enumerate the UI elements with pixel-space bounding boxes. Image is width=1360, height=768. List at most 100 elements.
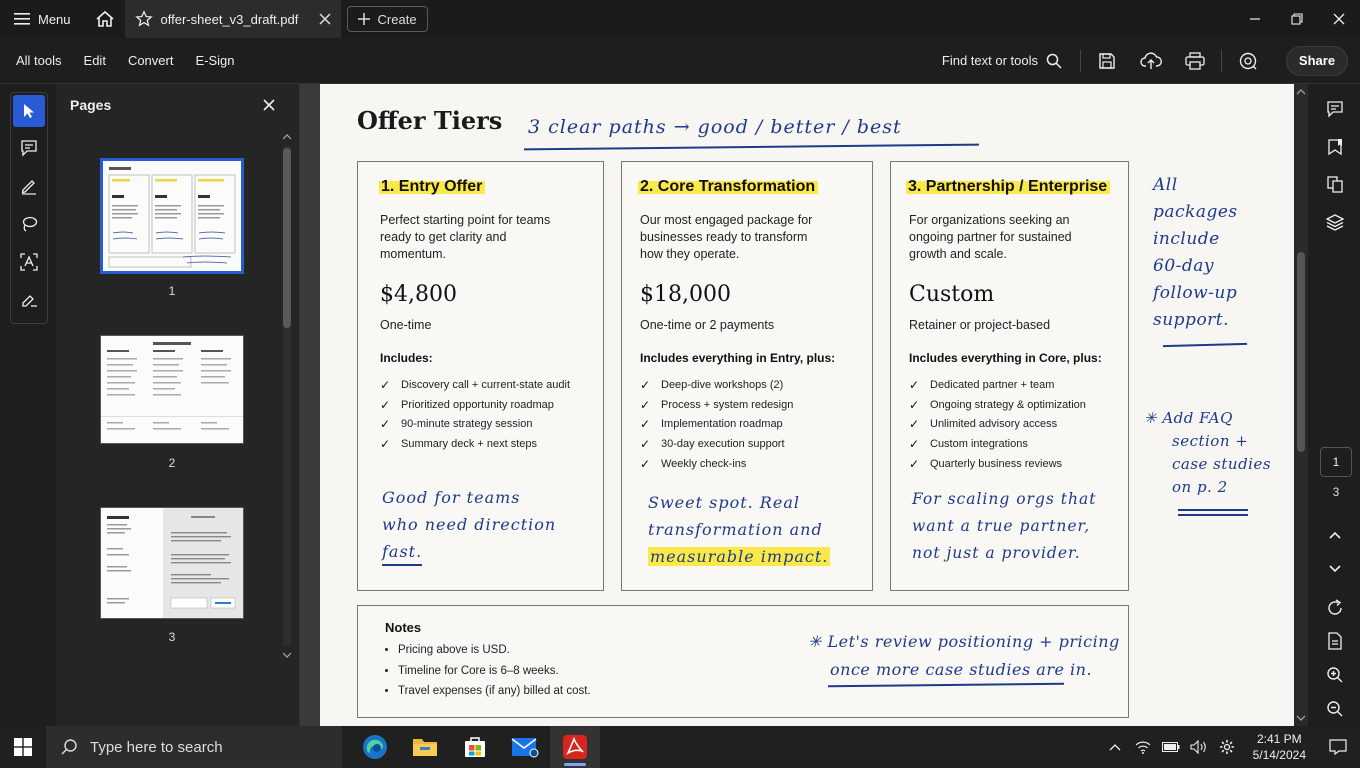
rotate-icon bbox=[1328, 599, 1342, 615]
handwritten-note: Good for teams who need direction fast. bbox=[382, 484, 556, 566]
close-window-icon bbox=[1333, 13, 1345, 25]
print-button[interactable] bbox=[1173, 38, 1217, 84]
store-app[interactable] bbox=[450, 726, 500, 768]
bookmark-icon bbox=[1328, 139, 1342, 156]
total-pages: 3 bbox=[1332, 485, 1340, 499]
check-icon: ✓ bbox=[380, 397, 391, 412]
create-button[interactable]: Create bbox=[346, 6, 428, 32]
notification-center[interactable] bbox=[1320, 726, 1356, 768]
comment-icon bbox=[21, 140, 37, 157]
acrobat-app[interactable] bbox=[550, 726, 600, 768]
file-explorer-app[interactable] bbox=[400, 726, 450, 768]
restore-button[interactable] bbox=[1276, 0, 1318, 38]
document-scrollbar[interactable] bbox=[1294, 84, 1308, 726]
edit-menu[interactable]: Edit bbox=[73, 53, 117, 68]
lasso-tool[interactable] bbox=[11, 205, 47, 243]
pages-icon bbox=[1327, 176, 1343, 193]
chevron-up-icon bbox=[1329, 531, 1341, 539]
edge-app[interactable] bbox=[350, 726, 400, 768]
list-item: Travel expenses (if any) billed at cost. bbox=[398, 685, 591, 706]
next-page-button[interactable] bbox=[1319, 554, 1351, 584]
clock-date: 5/14/2024 bbox=[1252, 748, 1306, 762]
bookmarks-button[interactable] bbox=[1319, 132, 1351, 162]
check-icon: ✓ bbox=[640, 397, 651, 412]
lasso-icon bbox=[22, 216, 38, 232]
document-viewport[interactable]: Offer Tiers 3 clear paths → good / bette… bbox=[300, 84, 1294, 726]
save-button[interactable] bbox=[1085, 38, 1129, 84]
scroll-down-icon[interactable] bbox=[280, 650, 294, 660]
page-title: Offer Tiers bbox=[357, 106, 503, 135]
show-hidden-icons[interactable] bbox=[1103, 726, 1127, 768]
windows-logo-icon bbox=[14, 738, 32, 756]
comment-tool[interactable] bbox=[11, 129, 47, 167]
check-icon: ✓ bbox=[640, 377, 651, 392]
volume-control[interactable] bbox=[1187, 726, 1211, 768]
scroll-down-icon[interactable] bbox=[1294, 712, 1308, 724]
scroll-up-icon[interactable] bbox=[1294, 86, 1308, 98]
notification-icon bbox=[1329, 739, 1347, 755]
page-display-button[interactable] bbox=[1319, 626, 1351, 656]
close-icon[interactable] bbox=[262, 98, 276, 112]
rotate-button[interactable] bbox=[1319, 593, 1351, 623]
list-item: ✓ Deep-dive workshops (2) bbox=[640, 377, 784, 392]
all-tools-menu[interactable]: All tools bbox=[0, 53, 73, 68]
quick-tools bbox=[10, 92, 48, 324]
scrollbar-thumb[interactable] bbox=[1297, 252, 1305, 452]
page-thumbnail-2[interactable] bbox=[100, 335, 244, 444]
share-button[interactable]: Share bbox=[1286, 45, 1348, 76]
separator bbox=[1221, 49, 1222, 72]
tier-name: 2. Core Transformation bbox=[638, 178, 819, 196]
scroll-up-icon[interactable] bbox=[280, 132, 294, 142]
page-thumbnail-1[interactable] bbox=[100, 158, 244, 274]
close-icon[interactable] bbox=[319, 13, 331, 25]
minimize-button[interactable] bbox=[1234, 0, 1276, 38]
ai-assistant-button[interactable] bbox=[1226, 38, 1270, 84]
zoom-in-button[interactable] bbox=[1319, 660, 1351, 690]
layers-button[interactable] bbox=[1319, 207, 1351, 237]
document-tab[interactable]: offer-sheet_v3_draft.pdf bbox=[124, 0, 341, 38]
chevron-down-icon bbox=[1329, 565, 1341, 573]
handwritten-note: For scaling orgs that want a true partne… bbox=[912, 490, 1097, 562]
start-button[interactable] bbox=[0, 726, 46, 768]
text-recognition-tool[interactable] bbox=[11, 243, 47, 281]
previous-page-button[interactable] bbox=[1319, 520, 1351, 550]
notes-list: Pricing above is USD. Timeline for Core … bbox=[398, 644, 591, 706]
tier-price-note: Retainer or project-based bbox=[909, 318, 1051, 332]
cursor-icon bbox=[24, 104, 34, 118]
tier-price: Custom bbox=[909, 282, 995, 307]
battery-status[interactable] bbox=[1159, 726, 1183, 768]
create-label: Create bbox=[377, 11, 417, 27]
check-icon: ✓ bbox=[909, 436, 920, 451]
home-icon bbox=[96, 10, 114, 27]
mail-app[interactable] bbox=[500, 726, 550, 768]
convert-menu[interactable]: Convert bbox=[117, 53, 185, 68]
comments-button[interactable] bbox=[1319, 94, 1351, 124]
pages-panel-scrollbar[interactable] bbox=[280, 132, 294, 662]
close-window-button[interactable] bbox=[1318, 0, 1360, 38]
draw-tool[interactable] bbox=[11, 167, 47, 205]
find-text-or-tools[interactable]: Find text or tools bbox=[942, 53, 1076, 69]
star-icon[interactable] bbox=[134, 10, 153, 28]
taskbar-clock[interactable]: 2:41 PM 5/14/2024 bbox=[1243, 731, 1316, 763]
search-placeholder: Type here to search bbox=[90, 738, 223, 756]
fill-sign-tool[interactable] bbox=[11, 281, 47, 319]
check-icon: ✓ bbox=[640, 436, 651, 451]
list-item: ✓ Ongoing strategy & optimization bbox=[909, 397, 1086, 412]
taskbar-search[interactable]: Type here to search bbox=[46, 726, 342, 768]
select-tool[interactable] bbox=[13, 95, 45, 127]
page-thumbnail-3[interactable] bbox=[100, 507, 244, 619]
includes-title: Includes everything in Core, plus: bbox=[909, 351, 1102, 365]
menu-button[interactable]: Menu bbox=[0, 0, 85, 38]
scrollbar-thumb[interactable] bbox=[283, 148, 291, 328]
network-status[interactable] bbox=[1131, 726, 1155, 768]
folder-icon bbox=[413, 739, 437, 756]
pinned-apps bbox=[350, 726, 600, 768]
settings-tray[interactable] bbox=[1215, 726, 1239, 768]
current-page-input[interactable]: 1 bbox=[1320, 447, 1352, 477]
cloud-upload-icon bbox=[1140, 51, 1162, 69]
organize-pages-button[interactable] bbox=[1319, 169, 1351, 199]
zoom-out-button[interactable] bbox=[1319, 694, 1351, 724]
esign-menu[interactable]: E-Sign bbox=[184, 53, 245, 68]
home-button[interactable] bbox=[85, 0, 125, 38]
upload-button[interactable] bbox=[1129, 38, 1173, 84]
